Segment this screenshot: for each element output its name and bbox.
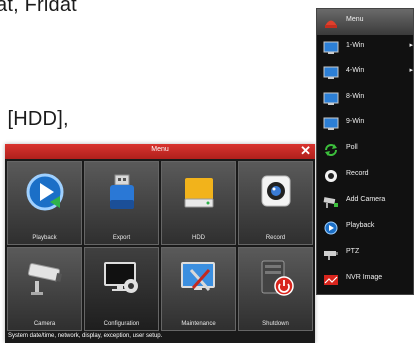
- popup-item-label: Playback: [346, 222, 375, 229]
- menu-title: Menu: [151, 146, 169, 153]
- tile-label: Camera: [33, 321, 56, 327]
- tile-label: Configuration: [103, 321, 140, 327]
- popup-item-menu[interactable]: Menu: [319, 10, 411, 34]
- tile-playback[interactable]: Playback: [7, 161, 82, 245]
- main-menu-window: Menu ✕ Playback Export HDD Record Camera…: [5, 144, 315, 343]
- shutdown-icon: [261, 260, 294, 296]
- popup-item-8-win[interactable]: 8-Win: [319, 87, 411, 111]
- popup-item-9-win[interactable]: 9-Win: [319, 112, 411, 136]
- popup-item-label: 9-Win: [346, 118, 365, 125]
- hdd-icon: [184, 178, 213, 208]
- popup-item-4-win[interactable]: 4-Win ▸: [319, 61, 413, 85]
- close-button[interactable]: ✕: [300, 144, 311, 158]
- maintenance-icon: [180, 262, 215, 292]
- popup-item-poll[interactable]: Poll: [319, 138, 411, 162]
- tile-label: HDD: [192, 235, 205, 241]
- tile-hdd[interactable]: HDD: [161, 161, 236, 245]
- nvr-image-icon: [324, 275, 338, 285]
- popup-item-label: Poll: [346, 144, 358, 151]
- tile-configuration[interactable]: Configuration: [84, 247, 159, 331]
- monitor-icon: [323, 41, 339, 54]
- monitor-icon: [323, 66, 339, 79]
- popup-item-1-win[interactable]: 1-Win ▸: [319, 36, 413, 60]
- menu-status-bar: System date/time, network, display, exce…: [8, 333, 163, 339]
- popup-item-ptz[interactable]: PTZ: [319, 242, 411, 266]
- monitor-icon: [323, 92, 339, 105]
- popup-item-label: 4-Win: [346, 67, 365, 74]
- tile-label: Record: [265, 235, 286, 241]
- popup-item-label: NVR Image: [346, 274, 383, 281]
- tile-record[interactable]: Record: [238, 161, 313, 245]
- popup-item-label: 1-Win: [346, 42, 365, 49]
- popup-item-label: Add Camera: [346, 196, 386, 203]
- tile-maintenance[interactable]: Maintenance: [161, 247, 236, 331]
- document-text-line-1: at, Fridat: [0, 0, 77, 16]
- tile-camera[interactable]: Camera: [7, 247, 82, 331]
- popup-item-record[interactable]: Record: [319, 164, 411, 188]
- tile-label: Export: [112, 235, 131, 241]
- submenu-arrow-icon: ▸: [409, 42, 413, 49]
- playback-icon: [324, 221, 338, 235]
- popup-item-playback[interactable]: Playback: [319, 216, 411, 240]
- popup-item-nvr-image[interactable]: NVR Image: [319, 268, 411, 292]
- tile-shutdown[interactable]: Shutdown: [238, 247, 313, 331]
- popup-item-add-camera[interactable]: Add Camera: [319, 190, 411, 214]
- configuration-icon: [103, 262, 138, 293]
- add-camera-icon: [323, 197, 338, 208]
- submenu-arrow-icon: ▸: [409, 67, 413, 74]
- menu-titlebar: Menu ✕: [5, 144, 315, 159]
- popup-item-label: Menu: [346, 16, 364, 23]
- playback-icon: [26, 173, 63, 211]
- record-icon: [325, 170, 337, 182]
- record-camera-icon: [261, 175, 290, 207]
- tile-label: Shutdown: [262, 321, 289, 327]
- tile-label: Maintenance: [181, 321, 216, 327]
- popup-item-label: Record: [346, 170, 369, 177]
- ptz-icon: [324, 251, 338, 260]
- monitor-icon: [323, 117, 339, 130]
- popup-item-label: 8-Win: [346, 93, 365, 100]
- tile-label: Playback: [32, 235, 57, 241]
- document-text-line-2: , [HDD],: [0, 108, 69, 130]
- tile-export[interactable]: Export: [84, 161, 159, 245]
- usb-export-icon: [109, 174, 134, 209]
- menu-tile-grid: Playback Export HDD Record Camera Config…: [7, 161, 313, 331]
- menu-icon: [325, 20, 337, 28]
- popup-item-label: PTZ: [346, 248, 360, 255]
- cctv-camera-icon: [27, 263, 62, 295]
- popup-menu: Menu 1-Win ▸ 4-Win ▸ 8-Win 9-Win Poll Re…: [316, 8, 414, 295]
- poll-icon: [325, 144, 337, 156]
